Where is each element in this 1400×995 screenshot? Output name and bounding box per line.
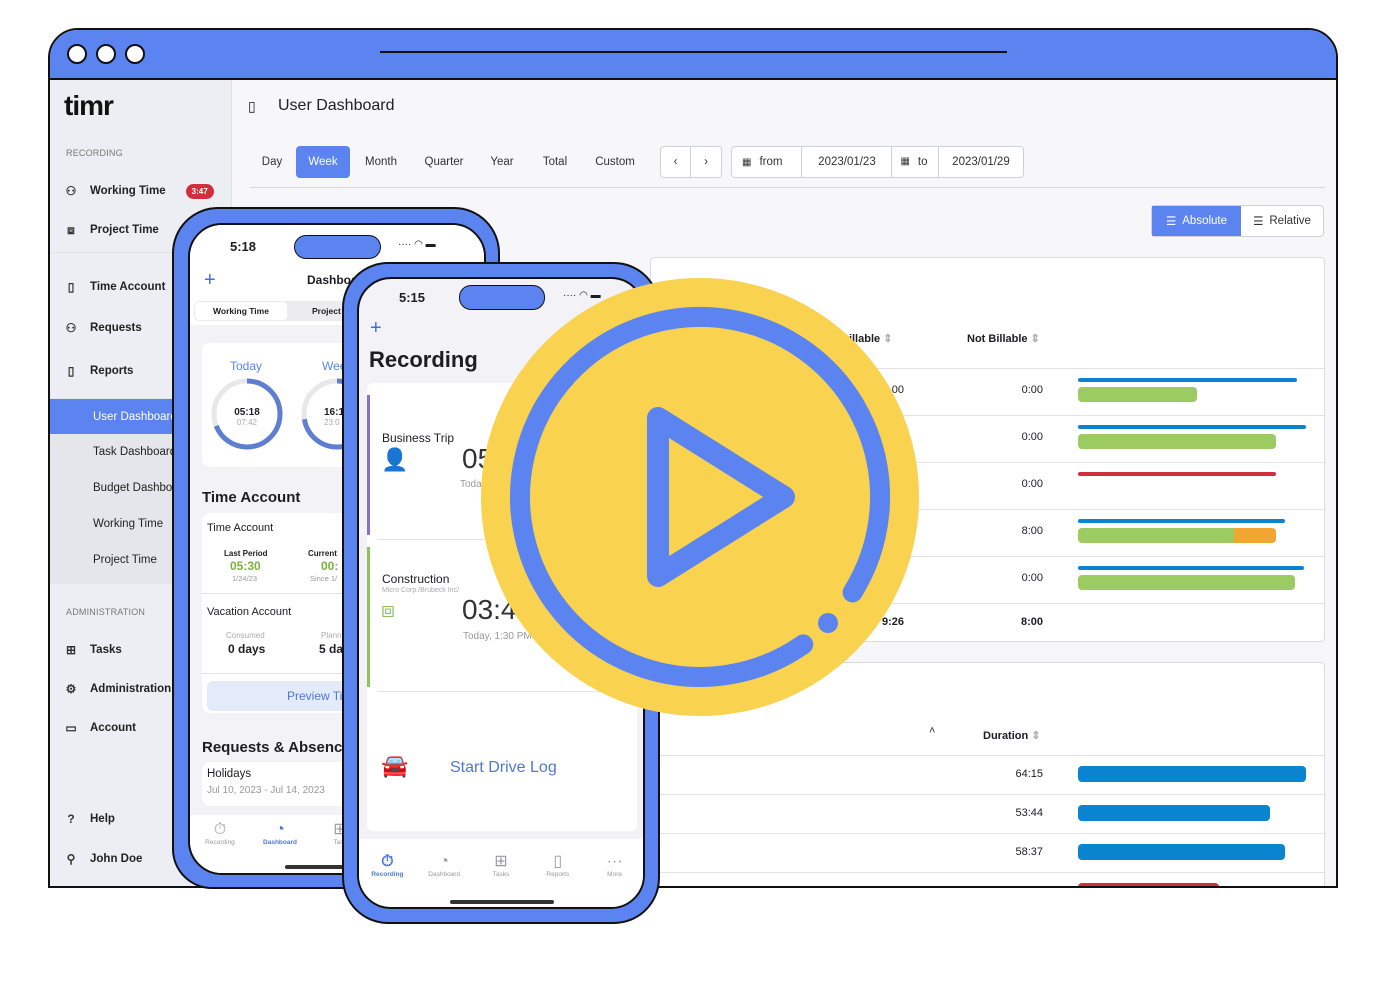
play-ring-dot	[818, 613, 838, 633]
play-button-background	[481, 278, 919, 716]
play-button[interactable]	[0, 0, 1400, 995]
